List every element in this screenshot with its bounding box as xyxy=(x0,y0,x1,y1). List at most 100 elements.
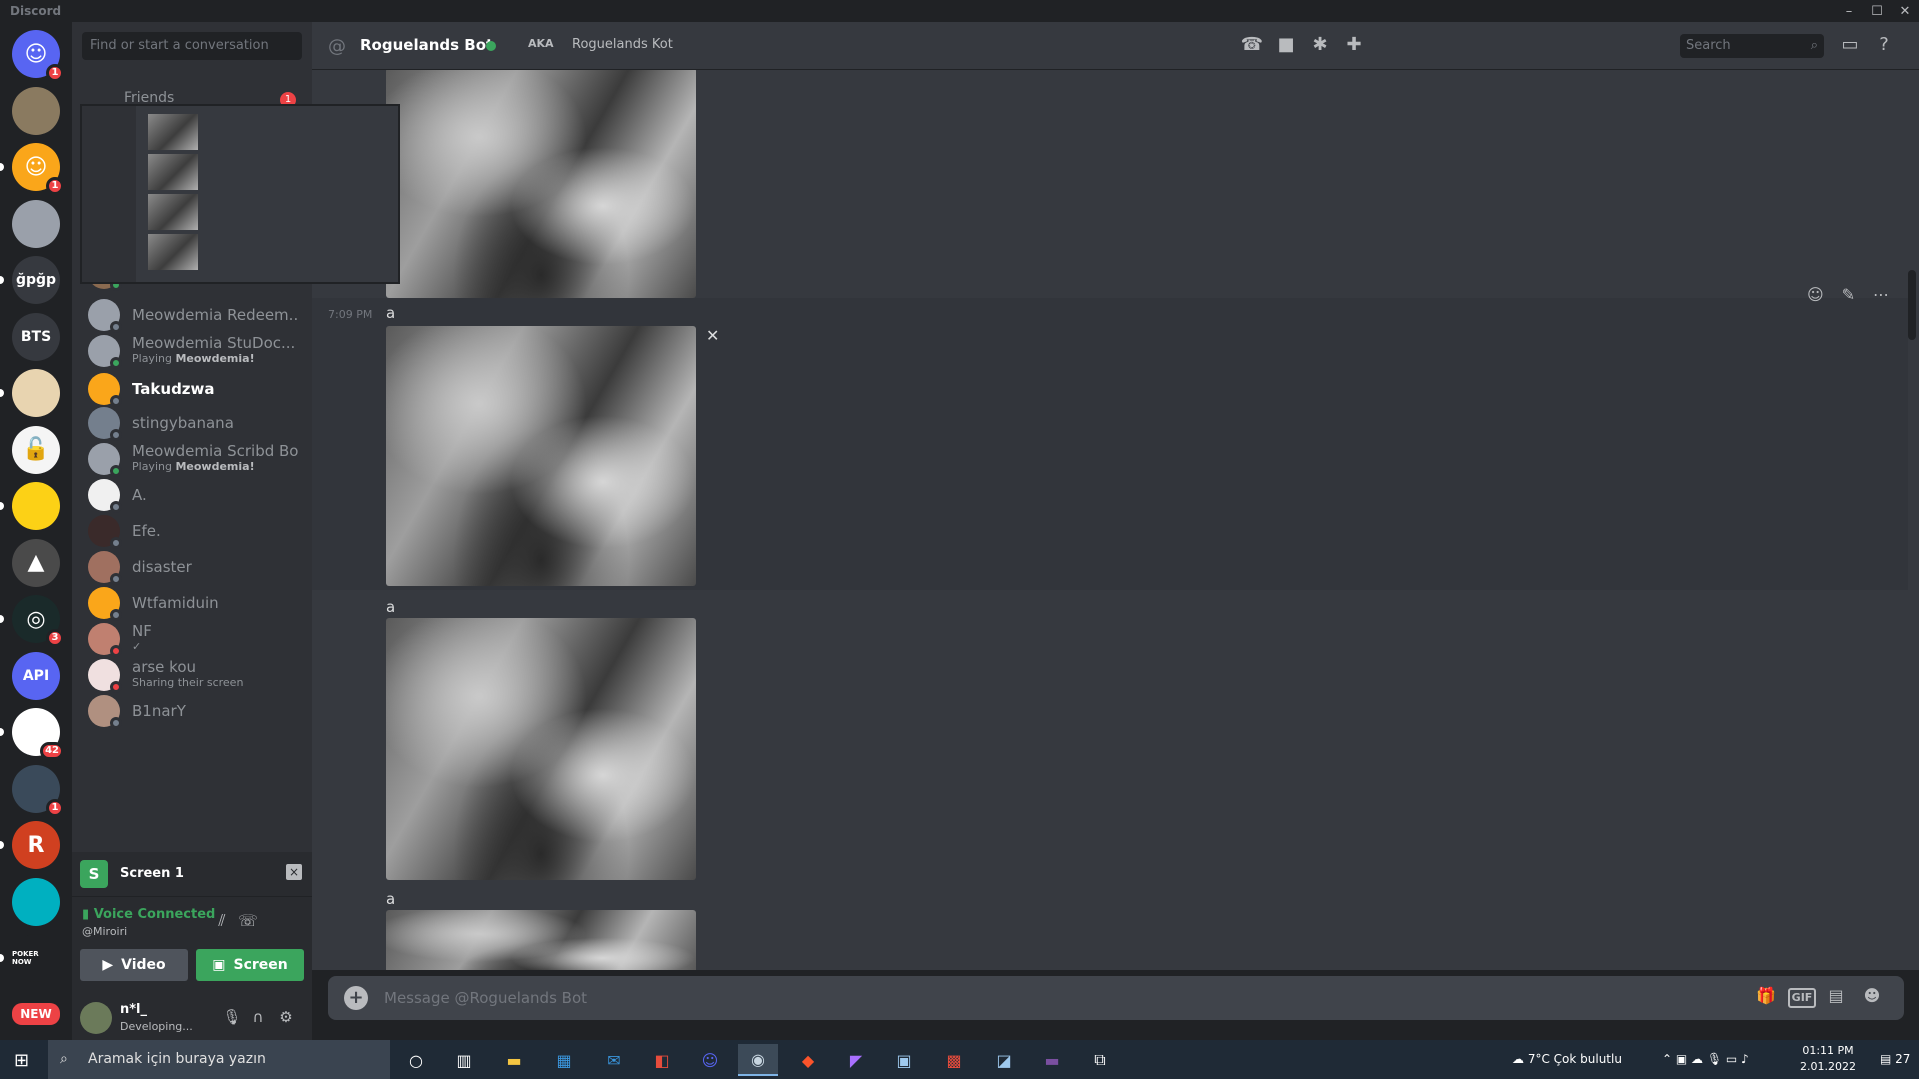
windows-start-icon[interactable]: ⊞ xyxy=(14,1050,29,1071)
dm-name: B1narY xyxy=(132,702,186,720)
server-game-icon[interactable]: 1 xyxy=(12,764,64,817)
pinned-messages-icon[interactable]: ✱ xyxy=(1308,34,1332,58)
server-dog-icon[interactable] xyxy=(12,86,60,135)
unread-indicator xyxy=(0,841,4,849)
add-friend-icon[interactable]: ✚ xyxy=(1342,34,1366,58)
server-orange-discord-icon[interactable]: ☺ 1 xyxy=(0,143,64,195)
terminal-icon[interactable]: ▬ xyxy=(1032,1044,1072,1076)
taskbar-clock[interactable]: 01:11 PM 2.01.2022 xyxy=(1800,1043,1856,1075)
sticker-icon[interactable]: ▤ xyxy=(1822,986,1850,1010)
message-composer[interactable]: + Message @Roguelands Bot 🎁 GIF ▤ ☻ xyxy=(328,976,1904,1020)
video-icon: ▶ xyxy=(102,957,114,973)
mail-icon[interactable]: ✉ xyxy=(594,1044,634,1076)
unread-indicator xyxy=(0,163,4,171)
steam-icon[interactable]: ◉ xyxy=(738,1044,778,1076)
server-lock-icon[interactable]: 🔓 xyxy=(12,425,60,474)
headphones-icon[interactable]: ∩ xyxy=(248,1008,268,1028)
user-avatar[interactable] xyxy=(80,1002,112,1034)
notification-center-icon[interactable]: ▤ 27 xyxy=(1880,1040,1910,1079)
taskbar-search[interactable]: ⌕ Aramak için buraya yazın xyxy=(48,1040,390,1079)
server-cat-icon[interactable] xyxy=(0,369,60,417)
weather-widget[interactable]: ☁ 7°C Çok bulutlu xyxy=(1512,1040,1622,1079)
message-text: a xyxy=(386,304,396,322)
winrar-icon[interactable]: ▩ xyxy=(934,1044,974,1076)
discord-home-icon[interactable]: ☺ 1 xyxy=(12,30,64,82)
message-image[interactable] xyxy=(386,326,696,586)
settings-gear-icon[interactable]: ⚙ xyxy=(276,1008,296,1028)
task-view-icon[interactable]: ▥ xyxy=(444,1044,484,1076)
channel-title[interactable]: Roguelands Bot xyxy=(360,36,493,54)
voice-channel: @Miroiri xyxy=(82,925,128,938)
video-button[interactable]: ▶ Video xyxy=(80,949,188,981)
visual-studio-icon[interactable]: ◤ xyxy=(836,1044,876,1076)
server-circle-icon[interactable]: ◎ 3 xyxy=(0,595,64,647)
weather-text: 7°C Çok bulutlu xyxy=(1527,1052,1622,1066)
server-flag-icon[interactable] xyxy=(0,482,60,530)
status-indicator xyxy=(110,717,122,729)
server-glyph: R xyxy=(27,832,45,858)
help-icon[interactable]: ? xyxy=(1872,34,1896,58)
app-icon[interactable]: ▣ xyxy=(884,1044,924,1076)
unread-indicator xyxy=(0,728,4,736)
voice-call-icon[interactable]: ☎ xyxy=(1240,34,1264,58)
scrollbar-thumb[interactable] xyxy=(1908,270,1916,340)
dm-name: stingybanana xyxy=(132,414,234,432)
dm-item[interactable]: Meowdemia StuDoc... Playing Meowdemia! xyxy=(80,330,304,372)
more-options-icon[interactable]: ⋯ xyxy=(1873,285,1889,304)
emoji-icon[interactable]: ☻ xyxy=(1858,986,1886,1010)
cortana-icon[interactable]: ○ xyxy=(396,1044,436,1076)
window-switch-icon[interactable]: ⧉ xyxy=(1080,1044,1120,1076)
server-invader-icon[interactable] xyxy=(12,877,60,926)
disconnect-icon[interactable]: ☏ xyxy=(238,911,258,931)
remove-embed-icon[interactable]: ✕ xyxy=(706,326,719,345)
server-meowdemia-icon[interactable] xyxy=(12,199,60,248)
clock-date: 2.01.2022 xyxy=(1800,1060,1856,1073)
server-glyph: 🔓 xyxy=(22,437,50,462)
dm-activity-text: Playing xyxy=(132,460,176,473)
notepad-icon[interactable]: ◪ xyxy=(984,1044,1024,1076)
screen-button[interactable]: ▣ Screen xyxy=(196,949,304,981)
minimize-icon[interactable]: – xyxy=(1835,0,1863,22)
server-r-icon[interactable]: R xyxy=(0,821,60,869)
upload-plus-icon[interactable]: + xyxy=(344,986,368,1010)
noise-suppression-icon[interactable]: ⫽ xyxy=(212,911,232,931)
stop-stream-icon[interactable]: × xyxy=(286,864,302,880)
server-list: ☺ 1 ☺ 1 ğpğp BTS 🔓 ▲ ◎ 3 API 42 1 R POKER NOW NEW xyxy=(0,22,72,1040)
server-new-icon[interactable]: NEW xyxy=(12,1002,60,1025)
inbox-icon[interactable]: ▭ xyxy=(1838,34,1862,58)
server-api-icon[interactable]: API xyxy=(12,651,60,700)
screen-label: Screen xyxy=(233,957,288,973)
message-list[interactable]: 7:09 PM a ✕ a a ☺ ✎ ⋯ xyxy=(312,70,1919,970)
voice-connected-status[interactable]: ▮ Voice Connected xyxy=(82,907,215,922)
search-input[interactable]: Search ⌕ xyxy=(1680,34,1824,58)
brave-icon[interactable]: ◆ xyxy=(788,1044,828,1076)
message-image[interactable] xyxy=(386,910,696,970)
video-call-icon[interactable]: ■ xyxy=(1274,34,1298,58)
edit-icon[interactable]: ✎ xyxy=(1842,285,1855,304)
maximize-icon[interactable]: ☐ xyxy=(1863,0,1891,22)
gift-icon[interactable]: 🎁 xyxy=(1752,986,1780,1010)
close-window-icon[interactable]: ✕ xyxy=(1891,0,1919,22)
office-icon[interactable]: ◧ xyxy=(642,1044,682,1076)
gif-picker-button[interactable]: GIF xyxy=(1788,988,1816,1008)
server-gpgp-icon[interactable]: ğpğp xyxy=(0,256,60,304)
discord-taskbar-icon[interactable]: ☺ xyxy=(690,1044,730,1076)
server-label: POKER NOW xyxy=(12,950,39,966)
server-mention-badge: 1 xyxy=(46,177,64,195)
microphone-icon[interactable]: 🎙 xyxy=(222,1008,242,1028)
dm-name: Meowdemia Scribd Bot xyxy=(132,442,298,460)
server-skull-icon[interactable]: 42 xyxy=(0,708,64,760)
store-icon[interactable]: ▦ xyxy=(544,1044,584,1076)
message-image[interactable] xyxy=(386,618,696,880)
dm-item[interactable]: B1narY xyxy=(80,690,304,732)
tray-icons[interactable]: ⌃ ▣ ☁ 🎙 ▭ ♪ xyxy=(1662,1040,1749,1079)
stream-preview[interactable] xyxy=(80,104,400,284)
server-bts-icon[interactable]: BTS xyxy=(12,312,60,361)
file-explorer-icon[interactable]: ▬ xyxy=(494,1044,534,1076)
message-image[interactable] xyxy=(386,70,696,298)
user-name: n*l_ xyxy=(120,1002,148,1017)
server-triangle-icon[interactable]: ▲ xyxy=(12,538,60,587)
add-reaction-icon[interactable]: ☺ xyxy=(1807,285,1824,304)
find-conversation-input[interactable]: Find or start a conversation xyxy=(82,32,302,60)
server-poker-now-icon[interactable]: POKER NOW xyxy=(0,934,60,982)
